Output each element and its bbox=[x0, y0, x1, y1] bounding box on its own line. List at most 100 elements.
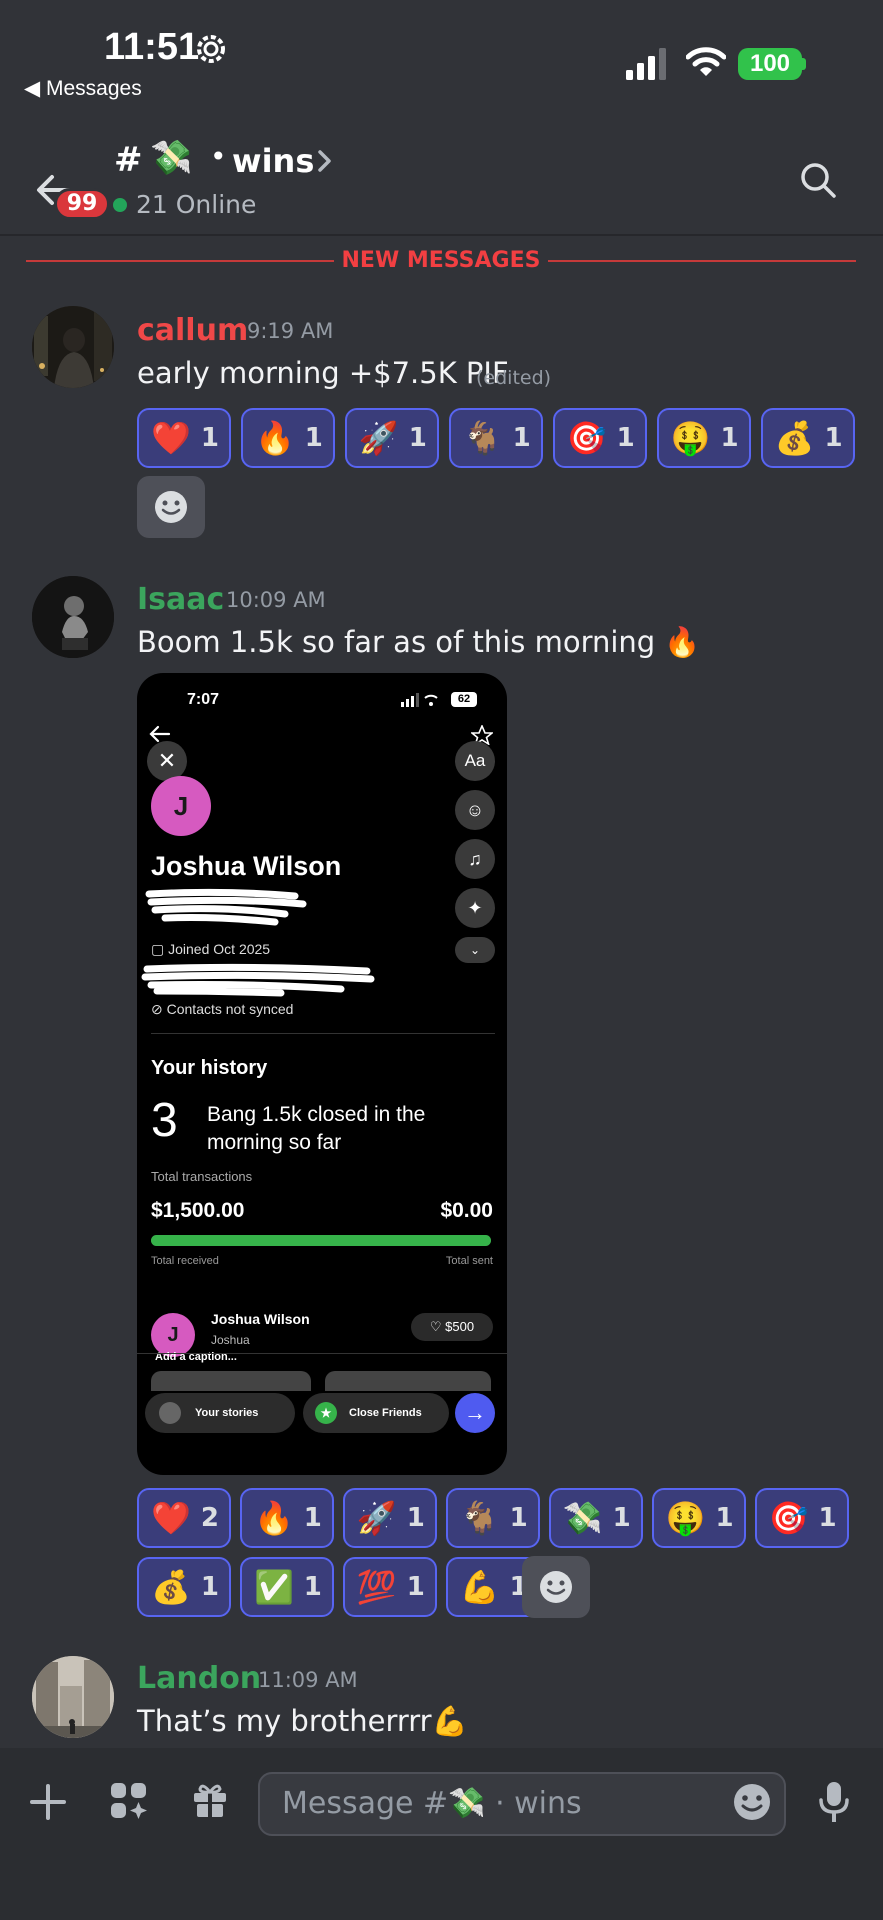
mic-icon[interactable] bbox=[816, 1780, 852, 1824]
reaction-chip[interactable]: 🔥 1 bbox=[240, 408, 335, 468]
reaction-chip[interactable]: ❤️ 2 bbox=[137, 1488, 231, 1548]
reaction-chip[interactable]: 💸 1 bbox=[548, 1488, 643, 1548]
sent-label: Total sent bbox=[445, 1255, 493, 1267]
reaction-emoji: 🚀 bbox=[356, 1499, 397, 1537]
gift-icon[interactable] bbox=[190, 1780, 230, 1820]
reaction-count: 1 bbox=[512, 423, 531, 453]
reaction-chip[interactable]: 🚀 1 bbox=[342, 1488, 437, 1548]
add-reaction-button[interactable] bbox=[522, 1556, 590, 1618]
close-friends-label: Close Friends bbox=[349, 1407, 422, 1419]
reaction-emoji: 🤑 bbox=[665, 1499, 706, 1537]
close-icon: ✕ bbox=[147, 741, 187, 781]
reaction-chip[interactable]: 🚀 1 bbox=[344, 408, 439, 468]
reaction-emoji: 🤑 bbox=[670, 419, 711, 457]
reaction-emoji: 💯 bbox=[356, 1568, 397, 1606]
tx-name: Joshua Wilson bbox=[211, 1311, 310, 1327]
attachment-status-icons bbox=[401, 693, 438, 707]
reaction-chip[interactable]: 🐐 1 bbox=[448, 408, 543, 468]
message-author[interactable]: Landon bbox=[137, 1661, 261, 1696]
emoji-icon[interactable] bbox=[732, 1782, 772, 1822]
text-tool-label: Aa bbox=[455, 741, 495, 781]
attachment-time: 7:07 bbox=[187, 691, 220, 708]
message-author[interactable]: Isaac bbox=[137, 582, 224, 617]
received-label: Total received bbox=[151, 1255, 219, 1267]
reaction-chip[interactable]: ✅ 1 bbox=[239, 1557, 334, 1617]
reaction-emoji: 🔥 bbox=[253, 1499, 294, 1537]
plus-icon[interactable] bbox=[28, 1782, 68, 1822]
message-timestamp: 9:19 AM bbox=[247, 319, 334, 343]
avatar[interactable] bbox=[32, 306, 114, 388]
reaction-chip[interactable]: 🤑 1 bbox=[651, 1488, 746, 1548]
wifi-icon bbox=[686, 47, 726, 76]
music-icon: ♫ bbox=[455, 839, 495, 879]
message-timestamp: 11:09 AM bbox=[258, 1668, 358, 1692]
reaction-chip[interactable]: 💰 1 bbox=[760, 408, 855, 468]
redaction-scribble bbox=[145, 888, 307, 926]
reaction-emoji: 🎯 bbox=[566, 419, 607, 457]
reactions-row: ❤️ 1 🔥 1 🚀 1 🐐 1 🎯 1 🤑 1 💰 1 bbox=[137, 408, 855, 468]
channel-name[interactable]: wins bbox=[232, 142, 314, 180]
joined-date: ▢ Joined Oct 2025 bbox=[151, 941, 271, 957]
message-text: Boom 1.5k so far as of this morning 🔥 bbox=[137, 625, 701, 659]
add-reaction-button[interactable] bbox=[137, 476, 205, 538]
reactions-row: ❤️ 2 🔥 1 🚀 1 🐐 1 💸 1 🤑 1 🎯 1 bbox=[137, 1488, 849, 1548]
placeholder-prefix: Message # bbox=[282, 1786, 449, 1821]
channel-emoji[interactable]: 💸 bbox=[150, 138, 192, 178]
reaction-count: 1 bbox=[720, 423, 739, 453]
unread-badge: 99 bbox=[54, 188, 110, 220]
reaction-emoji: 💸 bbox=[562, 1499, 603, 1537]
message-text: That’s my brotherrrr💪 bbox=[137, 1704, 468, 1738]
avatar[interactable] bbox=[32, 576, 114, 658]
online-status-dot bbox=[113, 198, 127, 212]
received-progress-bar bbox=[151, 1235, 491, 1246]
reaction-emoji: 🐐 bbox=[459, 1499, 500, 1537]
tx-amount: ♡ $500 bbox=[411, 1313, 493, 1341]
reaction-emoji: ❤️ bbox=[151, 1499, 191, 1537]
your-stories-button: Your stories bbox=[145, 1393, 295, 1433]
reaction-count: 2 bbox=[200, 1503, 219, 1533]
redaction-scribble bbox=[141, 963, 375, 997]
battery-indicator: 100 bbox=[738, 48, 802, 80]
reaction-count: 1 bbox=[200, 423, 219, 453]
total-label: Total transactions bbox=[151, 1169, 253, 1184]
channel-hash[interactable]: # bbox=[114, 140, 143, 180]
reaction-chip[interactable]: 🎯 1 bbox=[754, 1488, 849, 1548]
reaction-emoji: ✅ bbox=[253, 1568, 294, 1606]
reaction-emoji: ❤️ bbox=[151, 419, 191, 457]
avatar-photo bbox=[32, 576, 114, 658]
apps-icon[interactable] bbox=[108, 1780, 150, 1822]
your-stories-label: Your stories bbox=[195, 1407, 259, 1419]
avatar[interactable] bbox=[32, 1656, 114, 1738]
reaction-count: 1 bbox=[303, 1503, 322, 1533]
search-icon[interactable] bbox=[798, 160, 838, 200]
reaction-chip[interactable]: 🎯 1 bbox=[552, 408, 647, 468]
back-to-messages-link[interactable]: ◀ Messages bbox=[24, 76, 142, 101]
reaction-emoji: 💰 bbox=[151, 1568, 191, 1606]
reaction-count: 1 bbox=[303, 1572, 322, 1602]
battery-tip bbox=[802, 58, 806, 70]
reaction-chip[interactable]: ❤️ 1 bbox=[137, 408, 231, 468]
reaction-chip[interactable]: 💯 1 bbox=[342, 1557, 437, 1617]
message-author[interactable]: callum bbox=[137, 313, 248, 348]
image-attachment[interactable]: 7:07 62 ✕ Aa ☺ ♫ ✦ ⌄ J Joshua Wilson ▢ J… bbox=[137, 673, 507, 1475]
received-amount: $1,500.00 bbox=[151, 1199, 245, 1222]
reaction-count: 1 bbox=[200, 1572, 219, 1602]
placeholder-emoji: 💸 bbox=[448, 1786, 486, 1821]
status-bar: 11:51 ◀ Messages 100 bbox=[0, 0, 883, 120]
profile-name: Joshua Wilson bbox=[151, 851, 342, 881]
chevron-right-icon[interactable] bbox=[314, 148, 334, 174]
reaction-count: 1 bbox=[616, 423, 635, 453]
reaction-chip[interactable]: 🤑 1 bbox=[656, 408, 751, 468]
reaction-count: 1 bbox=[406, 1572, 425, 1602]
reaction-emoji: 💪 bbox=[459, 1568, 500, 1606]
story-tab bbox=[325, 1371, 491, 1391]
reaction-chip[interactable]: 🐐 1 bbox=[445, 1488, 540, 1548]
divider bbox=[151, 1033, 495, 1034]
reaction-chip[interactable]: 🔥 1 bbox=[239, 1488, 334, 1548]
avatar-photo bbox=[32, 1656, 114, 1738]
transaction-count: 3 bbox=[151, 1094, 178, 1147]
reaction-chip[interactable]: 💰 1 bbox=[137, 1557, 231, 1617]
reaction-count: 1 bbox=[406, 1503, 425, 1533]
profile-avatar: J bbox=[151, 776, 211, 836]
reaction-emoji: 🎯 bbox=[768, 1499, 809, 1537]
